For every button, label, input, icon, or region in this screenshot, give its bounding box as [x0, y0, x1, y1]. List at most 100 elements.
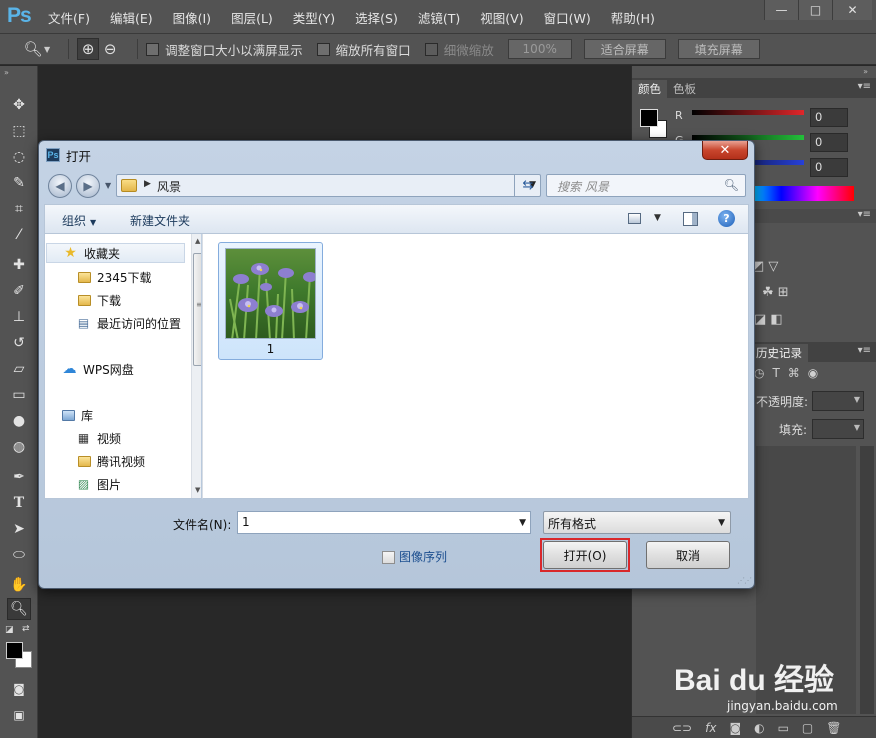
- minimize-button[interactable]: —: [764, 0, 798, 20]
- refresh-button[interactable]: ⇆: [514, 174, 541, 197]
- pen-tool-icon[interactable]: ✒: [7, 466, 31, 488]
- path-select-tool-icon[interactable]: ➤: [7, 518, 31, 540]
- layers-scrollbar[interactable]: [860, 446, 874, 714]
- hand-tool-icon[interactable]: ✋: [7, 574, 31, 596]
- nav-item-tencent-video[interactable]: 腾讯视频: [78, 451, 145, 471]
- adjustment-icons[interactable]: ◩ ▽: [752, 259, 778, 274]
- clone-stamp-tool-icon[interactable]: ⊥: [7, 306, 31, 328]
- scroll-up-icon[interactable]: ▲: [195, 237, 200, 245]
- new-layer-icon[interactable]: ▢: [802, 721, 813, 735]
- organize-button[interactable]: 组织 ▼: [62, 212, 96, 229]
- image-sequence-checkbox[interactable]: [382, 551, 395, 564]
- tab-swatches[interactable]: 色板: [667, 80, 702, 98]
- panel-menu-icon[interactable]: ▾≡: [858, 81, 871, 92]
- address-text[interactable]: 风景: [157, 178, 181, 195]
- move-tool-icon[interactable]: ✥: [7, 94, 31, 116]
- menu-view[interactable]: 视图(V): [470, 8, 533, 27]
- nav-item-videos[interactable]: ▦ 视频: [76, 428, 121, 448]
- filename-dropdown-icon[interactable]: ▼: [519, 518, 526, 528]
- fx-icon[interactable]: fx: [705, 721, 716, 735]
- tab-color[interactable]: 颜色: [632, 80, 667, 98]
- healing-brush-tool-icon[interactable]: ✚: [7, 254, 31, 276]
- resize-windows-option[interactable]: 调整窗口大小以满屏显示: [146, 40, 303, 59]
- type-tool-icon[interactable]: T: [7, 492, 31, 514]
- menu-type[interactable]: 类型(Y): [283, 8, 345, 27]
- nav-scrollbar[interactable]: ▲ ≡ ▼: [191, 234, 201, 498]
- layer-filter-icons[interactable]: ◷T⌘◉: [754, 366, 826, 380]
- help-icon[interactable]: ?: [718, 210, 735, 227]
- back-button[interactable]: ◀: [48, 174, 72, 198]
- group-icon[interactable]: ▭: [778, 721, 789, 735]
- b-value[interactable]: 0: [810, 158, 848, 177]
- mask-icon[interactable]: ◙: [729, 721, 741, 735]
- marquee-tool-icon[interactable]: ⬚: [7, 120, 31, 142]
- color-fg-swatch[interactable]: [640, 109, 658, 127]
- file-item[interactable]: 1: [218, 242, 323, 360]
- menu-layer[interactable]: 图层(L): [221, 8, 283, 27]
- preview-pane-icon[interactable]: [683, 212, 698, 226]
- filename-value[interactable]: 1: [242, 515, 250, 529]
- brush-tool-icon[interactable]: ✐: [7, 280, 31, 302]
- recent-locations-dropdown[interactable]: ▼: [105, 181, 111, 190]
- history-brush-tool-icon[interactable]: ↺: [7, 332, 31, 354]
- image-sequence-label[interactable]: 图像序列: [399, 548, 447, 565]
- menu-select[interactable]: 选择(S): [345, 8, 408, 27]
- menu-window[interactable]: 窗口(W): [534, 8, 601, 27]
- cancel-button[interactable]: 取消: [646, 541, 730, 569]
- zoom-all-checkbox[interactable]: [316, 42, 330, 56]
- address-bar[interactable]: ▶ 风景 ▼: [116, 174, 541, 197]
- fill-screen-button[interactable]: 填充屏幕: [677, 39, 760, 59]
- menu-edit[interactable]: 编辑(E): [100, 8, 163, 27]
- nav-item-recent-places[interactable]: ▤ 最近访问的位置: [76, 313, 181, 333]
- blur-tool-icon[interactable]: ●: [7, 410, 31, 432]
- nav-item-favorites[interactable]: ★ 收藏夹: [46, 243, 185, 263]
- foreground-color-swatch[interactable]: [6, 642, 23, 659]
- crop-tool-icon[interactable]: ⌗: [7, 198, 31, 220]
- panel-menu-icon[interactable]: ▾≡: [858, 345, 871, 356]
- nav-item-pictures[interactable]: ▨ 图片: [76, 474, 121, 494]
- new-folder-button[interactable]: 新建文件夹: [130, 212, 190, 229]
- search-icon[interactable]: 🔍︎: [724, 178, 739, 192]
- zoom-out-icon[interactable]: ⊖: [99, 38, 121, 60]
- dodge-tool-icon[interactable]: ◍: [7, 436, 31, 458]
- window-close-button[interactable]: ✕: [832, 0, 872, 20]
- panel-collapse-icon[interactable]: »: [863, 67, 868, 76]
- swap-colors-icon[interactable]: ⇄: [22, 624, 30, 634]
- lasso-tool-icon[interactable]: ◌: [7, 146, 31, 168]
- g-value[interactable]: 0: [810, 133, 848, 152]
- r-value[interactable]: 0: [810, 108, 848, 127]
- opacity-field[interactable]: ▼: [812, 391, 864, 411]
- adjustment-layer-icon[interactable]: ◐: [754, 721, 764, 735]
- fit-screen-button[interactable]: 适合屏幕: [583, 39, 666, 59]
- screen-mode-icon[interactable]: ▣: [7, 704, 31, 726]
- nav-item-2345-downloads[interactable]: 2345下载: [78, 267, 152, 287]
- filetype-dropdown-icon[interactable]: ▼: [718, 518, 725, 528]
- maximize-button[interactable]: □: [798, 0, 832, 20]
- menu-file[interactable]: 文件(F): [38, 8, 100, 27]
- change-view-icon[interactable]: [628, 213, 641, 224]
- filename-input[interactable]: 1 ▼: [237, 511, 531, 534]
- adjustment-icons-row3[interactable]: ◪ ◧: [754, 312, 783, 327]
- panel-menu-icon[interactable]: ▾≡: [858, 209, 871, 220]
- eyedropper-tool-icon[interactable]: ⁄: [7, 224, 31, 246]
- scroll-down-icon[interactable]: ▼: [195, 486, 200, 494]
- default-colors-icon[interactable]: ◪: [5, 625, 14, 635]
- r-slider[interactable]: [692, 110, 804, 115]
- quick-mask-icon[interactable]: ◙: [7, 678, 31, 700]
- eraser-tool-icon[interactable]: ▱: [7, 358, 31, 380]
- adjustment-icons-row2[interactable]: ☘ ⊞: [762, 285, 789, 300]
- ellipse-tool-icon[interactable]: ⬭: [7, 544, 31, 566]
- quick-select-tool-icon[interactable]: ✎: [7, 172, 31, 194]
- zoom-all-option[interactable]: 缩放所有窗口: [316, 40, 411, 59]
- zoom-tool-icon[interactable]: 🔍︎: [7, 598, 31, 620]
- nav-item-wps-cloud[interactable]: ☁ WPS网盘: [62, 359, 134, 379]
- trash-icon[interactable]: 🗑︎: [826, 721, 841, 735]
- dialog-close-button[interactable]: ✕: [702, 141, 748, 160]
- search-input[interactable]: 搜索 风景 🔍︎: [546, 174, 746, 197]
- panel-collapse-icon[interactable]: »: [4, 68, 9, 77]
- menu-image[interactable]: 图像(I): [163, 8, 221, 27]
- gradient-tool-icon[interactable]: ▭: [7, 384, 31, 406]
- zoom-in-icon[interactable]: ⊕: [77, 38, 100, 60]
- nav-scrollbar-thumb[interactable]: ≡: [193, 253, 201, 366]
- resize-windows-checkbox[interactable]: [146, 42, 160, 56]
